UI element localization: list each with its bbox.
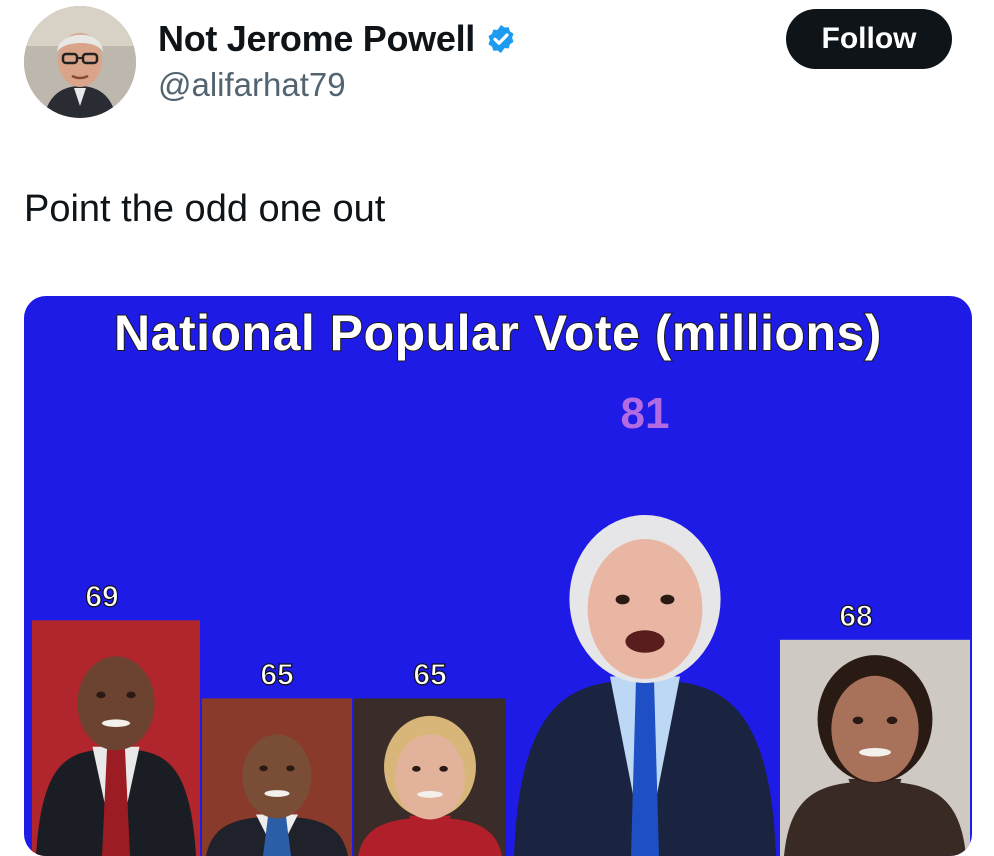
bar-1 <box>32 620 200 856</box>
display-name[interactable]: Not Jerome Powell <box>158 18 475 60</box>
avatar-image <box>24 6 136 118</box>
user-handle[interactable]: @alifarhat79 <box>158 66 346 104</box>
value-label-5: 68 <box>839 600 872 633</box>
bar-chart: 69 65 65 81 68 <box>32 389 970 856</box>
chart-title: National Popular Vote (millions) <box>113 304 882 362</box>
bar-3 <box>354 698 506 856</box>
avatar[interactable] <box>24 6 136 118</box>
tweet-media[interactable]: 69 65 65 81 68 National Popular Vote (millio… <box>24 296 972 856</box>
follow-button[interactable]: Follow <box>786 9 952 69</box>
bar-4 <box>514 515 776 856</box>
value-label-2: 65 <box>260 658 293 691</box>
value-label-4: 81 <box>621 389 670 438</box>
verified-badge-icon <box>485 23 517 55</box>
bar-5 <box>780 639 970 856</box>
tweet-text: Point the odd one out <box>24 188 386 230</box>
tweet-header: Not Jerome Powell @alifarhat79 Follow <box>0 0 994 130</box>
value-label-3: 65 <box>413 658 446 691</box>
value-label-1: 69 <box>85 580 118 613</box>
name-row: Not Jerome Powell <box>158 18 517 60</box>
bar-2 <box>202 698 352 856</box>
